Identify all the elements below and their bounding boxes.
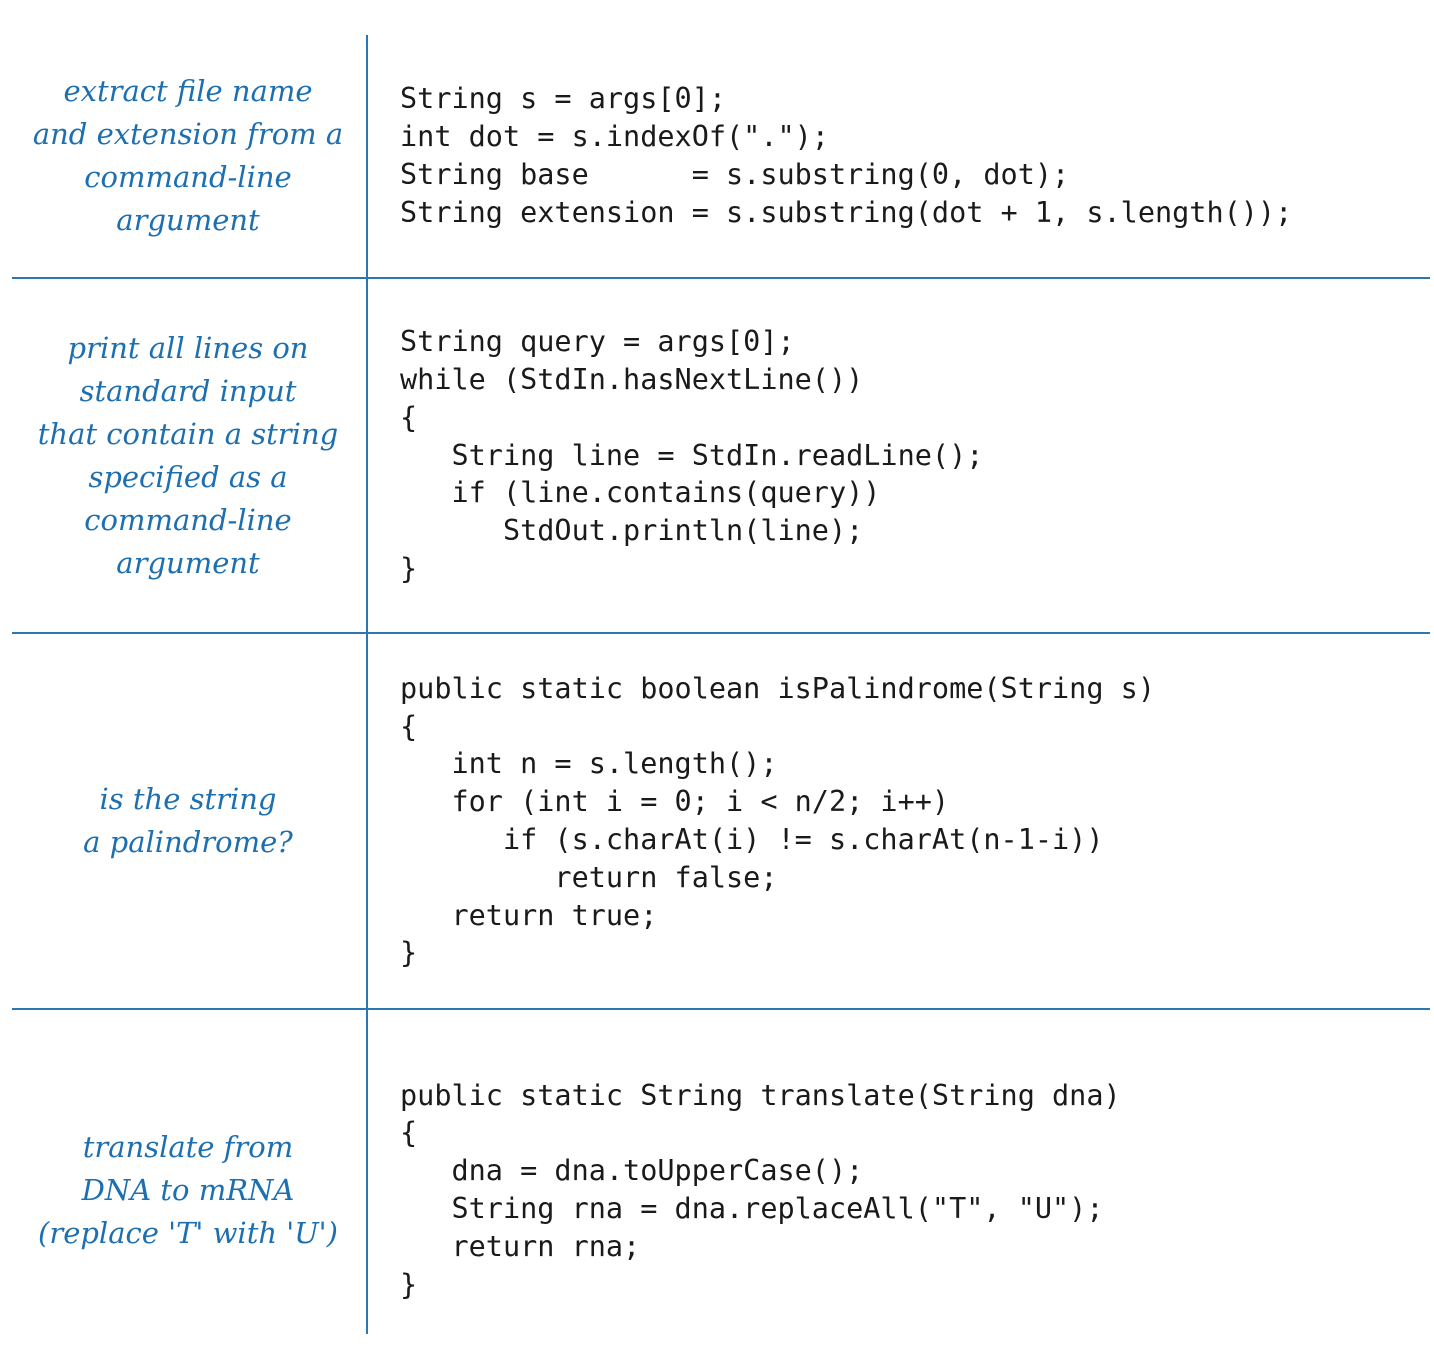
code-line: return false;	[400, 860, 778, 894]
code-block: String query = args[0]; while (StdIn.hasN…	[400, 279, 983, 632]
example-description: is the string a palindrome?	[10, 634, 366, 1008]
description-line: and extension from a	[32, 117, 344, 151]
code-line: if (line.contains(query))	[400, 476, 881, 510]
code-line: String query = args[0];	[400, 325, 795, 359]
code-line: public static boolean isPalindrome(Strin…	[400, 671, 1155, 705]
code-line: {	[400, 709, 418, 743]
code-block: public static boolean isPalindrome(Strin…	[400, 634, 1155, 1008]
description-line: is the string	[99, 782, 277, 816]
code-line: if (s.charAt(i) != s.charAt(n-1-i))	[400, 823, 1104, 856]
code-line: int dot = s.indexOf(".");	[400, 120, 829, 154]
code-block: String s = args[0]; int dot = s.indexOf("…	[400, 35, 1292, 277]
code-line: }	[400, 936, 418, 970]
description-line: that contain a string	[37, 416, 339, 451]
description-line: (replace 'T' with 'U')	[38, 1215, 338, 1250]
example-description: extract file name and extension from a c…	[10, 35, 366, 277]
description-line: argument	[116, 545, 260, 580]
description-line: argument	[116, 203, 260, 237]
code-line: String s = args[0];	[400, 82, 727, 116]
description-line: command-line	[84, 160, 292, 194]
description-line: a palindrome?	[83, 825, 293, 859]
description-line: specified as a	[88, 459, 288, 494]
code-line: for (int i = 0; i < n/2; i++)	[400, 785, 950, 819]
code-line: return rna;	[400, 1229, 641, 1263]
code-line: }	[400, 551, 418, 585]
description-line: standard input	[79, 373, 297, 408]
description-line: print all lines on	[67, 330, 309, 365]
example-row: translate from DNA to mRNA (replace 'T' …	[0, 1010, 1434, 1334]
code-line: String rna = dna.replaceAll("T", "U");	[400, 1192, 1104, 1225]
code-line: }	[400, 1267, 418, 1301]
code-block: public static String translate(String dn…	[400, 1010, 1121, 1370]
example-description: print all lines on standard input that c…	[10, 279, 366, 632]
description-line: command-line	[84, 502, 292, 537]
example-row: print all lines on standard input that c…	[0, 279, 1434, 632]
code-line: return true;	[400, 898, 658, 932]
code-line: dna = dna.toUpperCase();	[400, 1154, 864, 1188]
code-line: while (StdIn.hasNextLine())	[400, 363, 864, 396]
code-line: StdOut.println(line);	[400, 514, 864, 548]
code-line: public static String translate(String dn…	[400, 1078, 1121, 1112]
code-line: String line = StdIn.readLine();	[400, 438, 984, 472]
code-line: int n = s.length();	[400, 747, 778, 781]
example-row: is the string a palindrome? public stati…	[0, 634, 1434, 1008]
example-row: extract file name and extension from a c…	[0, 35, 1434, 277]
code-line: {	[400, 1116, 418, 1150]
description-line: translate from	[82, 1129, 294, 1164]
code-line: String base = s.substring(0, dot);	[400, 158, 1070, 191]
example-description: translate from DNA to mRNA (replace 'T' …	[10, 1010, 366, 1370]
description-line: extract file name	[63, 74, 313, 108]
code-line: {	[400, 400, 418, 434]
description-line: DNA to mRNA	[81, 1172, 295, 1207]
code-line: String extension = s.substring(dot + 1, …	[400, 195, 1293, 229]
